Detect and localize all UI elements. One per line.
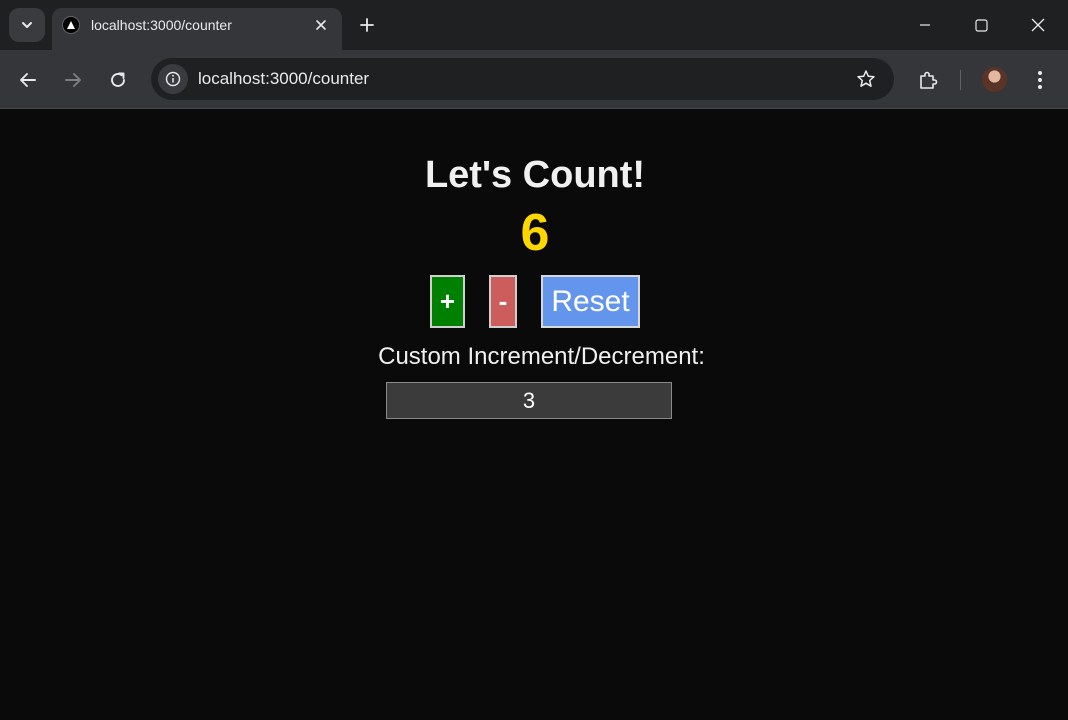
tab-close-button[interactable] — [308, 12, 334, 38]
maximize-button[interactable] — [953, 0, 1009, 50]
forward-button[interactable] — [57, 64, 89, 96]
minimize-button[interactable] — [897, 0, 953, 50]
back-button[interactable] — [12, 64, 44, 96]
tab-strip: localhost:3000/counter — [0, 0, 1068, 50]
new-tab-button[interactable] — [352, 10, 382, 40]
active-tab[interactable]: localhost:3000/counter — [52, 8, 342, 50]
extensions-button[interactable] — [912, 64, 944, 96]
page-content: Let's Count! 6 + - Reset Custom Incremen… — [1, 110, 1067, 720]
browser-menu-button[interactable] — [1025, 64, 1055, 96]
forward-arrow-icon — [65, 73, 81, 87]
kebab-menu-icon — [1038, 71, 1042, 89]
custom-step-input[interactable] — [386, 382, 672, 419]
window-close-button[interactable] — [1010, 0, 1066, 50]
reload-button[interactable] — [102, 64, 134, 96]
tab-title: localhost:3000/counter — [91, 17, 232, 33]
maximize-icon — [974, 18, 988, 32]
page-title: Let's Count! — [424, 154, 646, 196]
nextjs-favicon-icon — [62, 16, 80, 34]
site-info-button[interactable] — [158, 64, 188, 94]
minimize-icon — [920, 24, 930, 26]
counter-value: 6 — [520, 204, 550, 262]
decrement-button[interactable]: - — [489, 275, 517, 328]
close-icon — [316, 20, 326, 30]
bookmark-star-icon — [857, 70, 875, 87]
plus-icon — [360, 18, 374, 32]
reset-button[interactable]: Reset — [541, 275, 640, 328]
bookmark-button[interactable] — [851, 64, 881, 94]
reload-icon — [111, 72, 125, 87]
window-close-icon — [1031, 18, 1045, 32]
back-arrow-icon — [20, 73, 36, 87]
extensions-icon — [920, 71, 938, 89]
custom-step-label: Custom Increment/Decrement: — [378, 343, 705, 370]
address-bar[interactable]: localhost:3000/counter — [151, 58, 894, 100]
increment-button[interactable]: + — [430, 275, 465, 328]
toolbar-divider — [960, 70, 961, 90]
url-text[interactable]: localhost:3000/counter — [198, 69, 369, 89]
site-info-icon — [165, 71, 181, 87]
tab-search-icon — [22, 22, 32, 28]
tab-search-button[interactable] — [9, 8, 45, 42]
browser-toolbar: localhost:3000/counter — [0, 50, 1068, 109]
profile-avatar[interactable] — [982, 67, 1007, 92]
